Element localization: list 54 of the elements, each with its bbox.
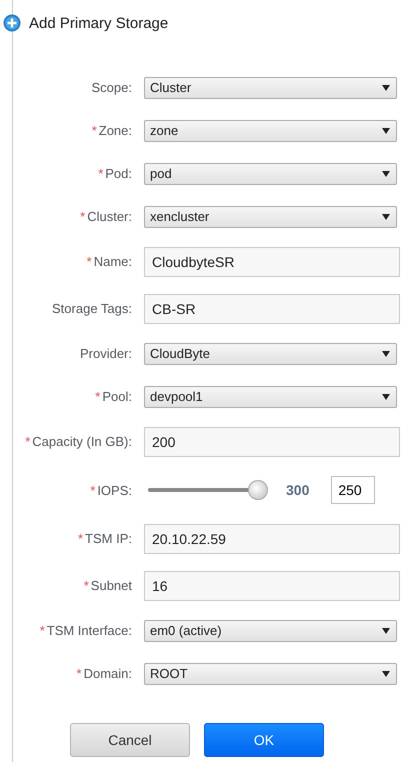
- input-field[interactable]: 16: [144, 570, 400, 600]
- field-label: Cluster:: [87, 209, 132, 224]
- dropdown[interactable]: CloudByte: [144, 342, 397, 364]
- required-mark: *: [86, 254, 92, 269]
- field-label: TSM IP:: [85, 531, 132, 546]
- required-mark: *: [78, 531, 84, 546]
- field-label: Provider:: [80, 346, 132, 361]
- field-label: Scope:: [92, 80, 132, 95]
- required-mark: *: [40, 623, 45, 638]
- slider[interactable]: [148, 480, 268, 500]
- required-mark: *: [90, 482, 96, 498]
- required-mark: *: [95, 389, 100, 404]
- caret-icon: [382, 84, 390, 90]
- caret-icon: [382, 670, 390, 676]
- dropdown[interactable]: pod: [144, 162, 397, 184]
- field-label: Subnet: [90, 578, 132, 593]
- ok-button[interactable]: OK: [204, 723, 324, 757]
- required-mark: *: [80, 209, 86, 224]
- dropdown[interactable]: ROOT: [144, 662, 397, 684]
- caret-icon: [382, 128, 390, 134]
- dropdown[interactable]: xencluster: [144, 206, 397, 228]
- dropdown[interactable]: zone: [144, 120, 397, 142]
- cancel-button[interactable]: Cancel: [70, 723, 190, 757]
- field-label: Name:: [94, 254, 132, 269]
- dropdown[interactable]: Cluster: [144, 76, 397, 98]
- caret-icon: [382, 350, 390, 356]
- dialog-title: Add Primary Storage: [29, 14, 168, 32]
- input-field[interactable]: CB-SR: [144, 294, 400, 324]
- caret-icon: [382, 628, 390, 634]
- field-label: Zone:: [98, 123, 132, 138]
- input-field[interactable]: 200: [144, 426, 400, 456]
- add-icon: [3, 14, 21, 32]
- caret-icon: [382, 214, 390, 220]
- caret-icon: [382, 394, 390, 400]
- slider-thumb[interactable]: [248, 480, 268, 500]
- field-label: Capacity (In GB):: [32, 434, 132, 449]
- required-mark: *: [98, 166, 104, 181]
- input-field[interactable]: 250: [331, 476, 376, 504]
- field-label: Storage Tags:: [52, 301, 132, 316]
- field-label: TSM Interface:: [46, 623, 132, 638]
- caret-icon: [382, 170, 390, 176]
- dropdown[interactable]: em0 (active): [144, 620, 397, 642]
- input-field[interactable]: 20.10.22.59: [144, 524, 400, 554]
- field-label: IOPS:: [97, 482, 132, 498]
- required-mark: *: [92, 123, 97, 138]
- required-mark: *: [84, 578, 89, 593]
- dropdown[interactable]: devpool1: [144, 386, 397, 408]
- input-field[interactable]: CloudbyteSR: [144, 246, 400, 276]
- slider-value: 300: [286, 482, 310, 498]
- field-label: Pod:: [105, 166, 132, 181]
- required-mark: *: [25, 434, 30, 449]
- required-mark: *: [76, 666, 82, 681]
- field-label: Pool:: [102, 389, 132, 404]
- field-label: Domain:: [84, 666, 132, 681]
